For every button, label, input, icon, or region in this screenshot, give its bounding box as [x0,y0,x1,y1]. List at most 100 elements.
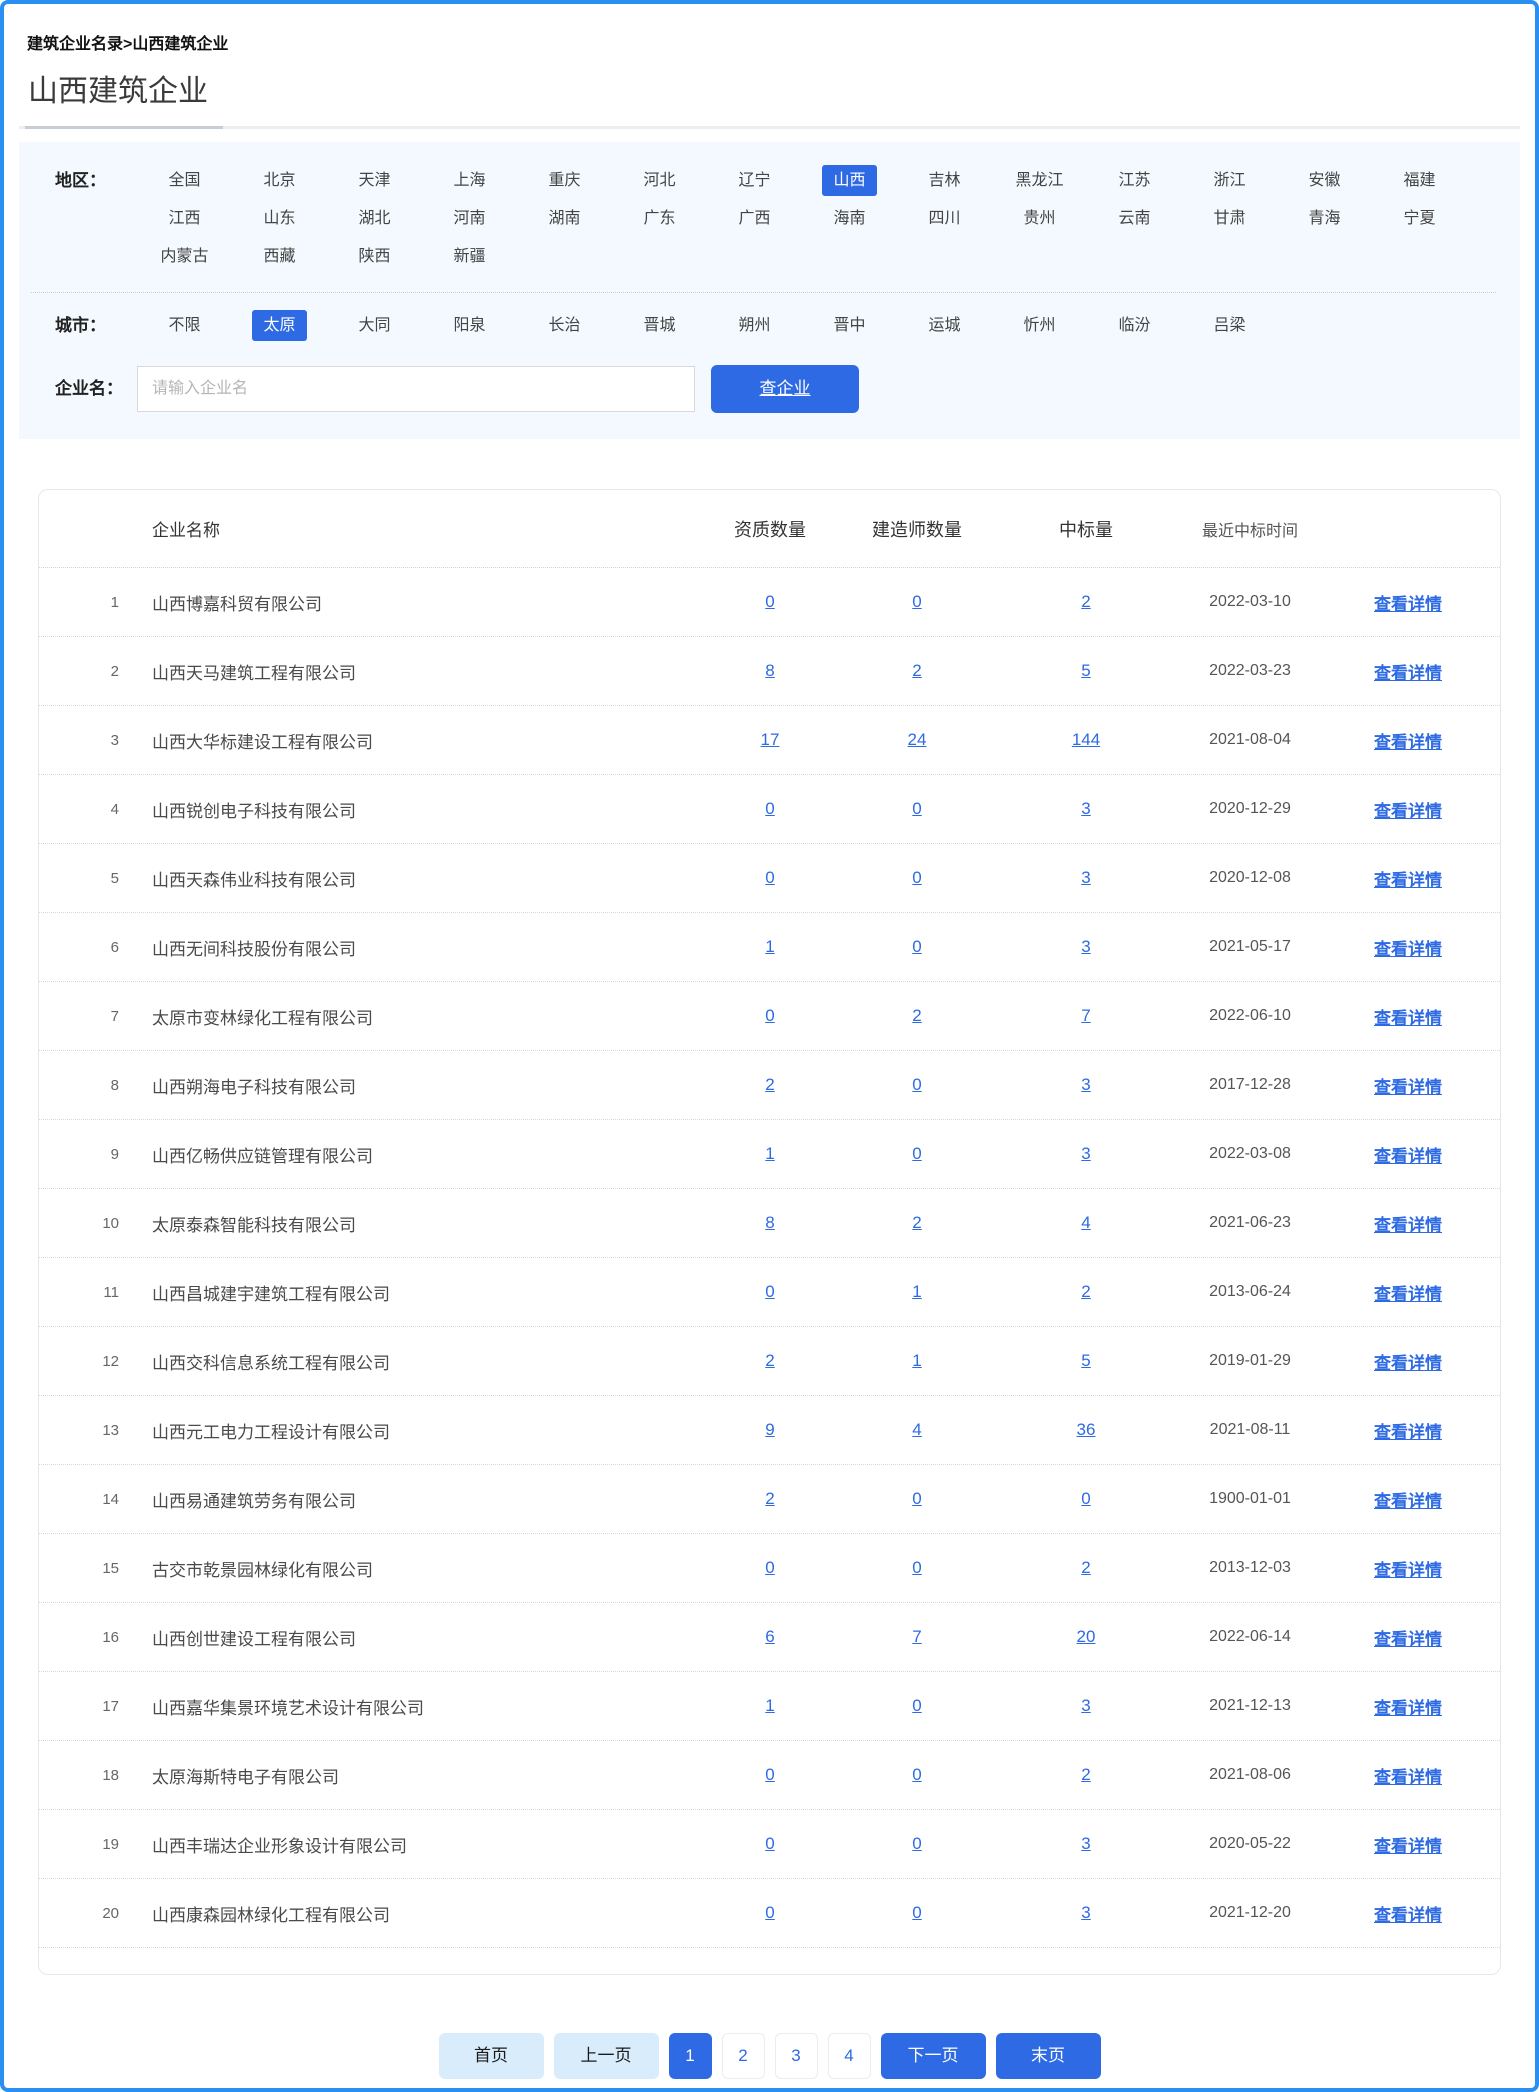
region-item[interactable]: 北京 [232,164,327,198]
bid-count-link[interactable]: 20 [1010,1627,1162,1647]
builder-count-link[interactable]: 0 [824,1834,1010,1854]
qualification-count-link[interactable]: 0 [716,1558,824,1578]
bid-count-link[interactable]: 3 [1010,1144,1162,1164]
region-item[interactable]: 江苏 [1087,164,1182,198]
view-details-link[interactable]: 查看详情 [1338,1487,1478,1512]
view-details-link[interactable]: 查看详情 [1338,866,1478,891]
view-details-link[interactable]: 查看详情 [1338,1004,1478,1029]
region-item[interactable]: 青海 [1277,202,1372,236]
bid-count-link[interactable]: 3 [1010,1834,1162,1854]
bid-count-link[interactable]: 5 [1010,1351,1162,1371]
qualification-count-link[interactable]: 6 [716,1627,824,1647]
company-name-input[interactable] [137,366,695,412]
region-item[interactable]: 河南 [422,202,517,236]
view-details-link[interactable]: 查看详情 [1338,728,1478,753]
qualification-count-link[interactable]: 2 [716,1489,824,1509]
region-item[interactable]: 广西 [707,202,802,236]
builder-count-link[interactable]: 4 [824,1420,1010,1440]
region-item[interactable]: 甘肃 [1182,202,1277,236]
qualification-count-link[interactable]: 0 [716,592,824,612]
builder-count-link[interactable]: 0 [824,1489,1010,1509]
builder-count-link[interactable]: 0 [824,799,1010,819]
bid-count-link[interactable]: 2 [1010,1765,1162,1785]
builder-count-link[interactable]: 0 [824,1075,1010,1095]
bid-count-link[interactable]: 144 [1010,730,1162,750]
view-details-link[interactable]: 查看详情 [1338,935,1478,960]
region-item[interactable]: 上海 [422,164,517,198]
region-item[interactable]: 江西 [137,202,232,236]
region-item[interactable]: 宁夏 [1372,202,1467,236]
region-item[interactable]: 云南 [1087,202,1182,236]
bid-count-link[interactable]: 3 [1010,1075,1162,1095]
city-item[interactable]: 临汾 [1087,309,1182,343]
region-item[interactable]: 福建 [1372,164,1467,198]
builder-count-link[interactable]: 0 [824,937,1010,957]
search-company-button[interactable]: 查企业 [711,365,859,413]
city-item[interactable]: 忻州 [992,309,1087,343]
bid-count-link[interactable]: 3 [1010,1696,1162,1716]
region-item[interactable]: 浙江 [1182,164,1277,198]
last-page-button[interactable]: 末页 [996,2033,1101,2079]
qualification-count-link[interactable]: 2 [716,1351,824,1371]
region-item[interactable]: 辽宁 [707,164,802,198]
qualification-count-link[interactable]: 1 [716,1696,824,1716]
view-details-link[interactable]: 查看详情 [1338,1694,1478,1719]
city-item[interactable]: 太原 [232,309,327,343]
city-item[interactable]: 长治 [517,309,612,343]
city-item[interactable]: 晋城 [612,309,707,343]
bid-count-link[interactable]: 3 [1010,1903,1162,1923]
bid-count-link[interactable]: 3 [1010,799,1162,819]
city-item[interactable]: 阳泉 [422,309,517,343]
region-item[interactable]: 西藏 [232,240,327,274]
page-number-button[interactable]: 4 [828,2033,871,2079]
builder-count-link[interactable]: 1 [824,1351,1010,1371]
view-details-link[interactable]: 查看详情 [1338,1073,1478,1098]
breadcrumb[interactable]: 建筑企业名录>山西建筑企业 [27,30,1535,54]
qualification-count-link[interactable]: 0 [716,868,824,888]
qualification-count-link[interactable]: 0 [716,1903,824,1923]
view-details-link[interactable]: 查看详情 [1338,1142,1478,1167]
region-item[interactable]: 吉林 [897,164,992,198]
page-number-button[interactable]: 2 [722,2033,765,2079]
builder-count-link[interactable]: 0 [824,592,1010,612]
city-item[interactable]: 吕梁 [1182,309,1277,343]
bid-count-link[interactable]: 0 [1010,1489,1162,1509]
builder-count-link[interactable]: 0 [824,1903,1010,1923]
region-item[interactable]: 广东 [612,202,707,236]
city-item[interactable]: 晋中 [802,309,897,343]
bid-count-link[interactable]: 3 [1010,937,1162,957]
region-item[interactable]: 新疆 [422,240,517,274]
builder-count-link[interactable]: 2 [824,661,1010,681]
qualification-count-link[interactable]: 0 [716,1834,824,1854]
region-item[interactable]: 山东 [232,202,327,236]
builder-count-link[interactable]: 7 [824,1627,1010,1647]
builder-count-link[interactable]: 0 [824,1696,1010,1716]
region-item[interactable]: 陕西 [327,240,422,274]
builder-count-link[interactable]: 0 [824,1144,1010,1164]
bid-count-link[interactable]: 4 [1010,1213,1162,1233]
region-item[interactable]: 全国 [137,164,232,198]
bid-count-link[interactable]: 3 [1010,868,1162,888]
bid-count-link[interactable]: 5 [1010,661,1162,681]
qualification-count-link[interactable]: 0 [716,799,824,819]
qualification-count-link[interactable]: 1 [716,937,824,957]
region-item[interactable]: 山西 [802,164,897,198]
next-page-button[interactable]: 下一页 [881,2033,986,2079]
view-details-link[interactable]: 查看详情 [1338,659,1478,684]
region-item[interactable]: 黑龙江 [992,164,1087,198]
builder-count-link[interactable]: 0 [824,1558,1010,1578]
qualification-count-link[interactable]: 9 [716,1420,824,1440]
view-details-link[interactable]: 查看详情 [1338,797,1478,822]
qualification-count-link[interactable]: 1 [716,1144,824,1164]
view-details-link[interactable]: 查看详情 [1338,1832,1478,1857]
builder-count-link[interactable]: 24 [824,730,1010,750]
qualification-count-link[interactable]: 0 [716,1282,824,1302]
qualification-count-link[interactable]: 17 [716,730,824,750]
qualification-count-link[interactable]: 0 [716,1006,824,1026]
qualification-count-link[interactable]: 8 [716,661,824,681]
region-item[interactable]: 河北 [612,164,707,198]
qualification-count-link[interactable]: 0 [716,1765,824,1785]
builder-count-link[interactable]: 0 [824,868,1010,888]
view-details-link[interactable]: 查看详情 [1338,1349,1478,1374]
prev-page-button[interactable]: 上一页 [554,2033,659,2079]
